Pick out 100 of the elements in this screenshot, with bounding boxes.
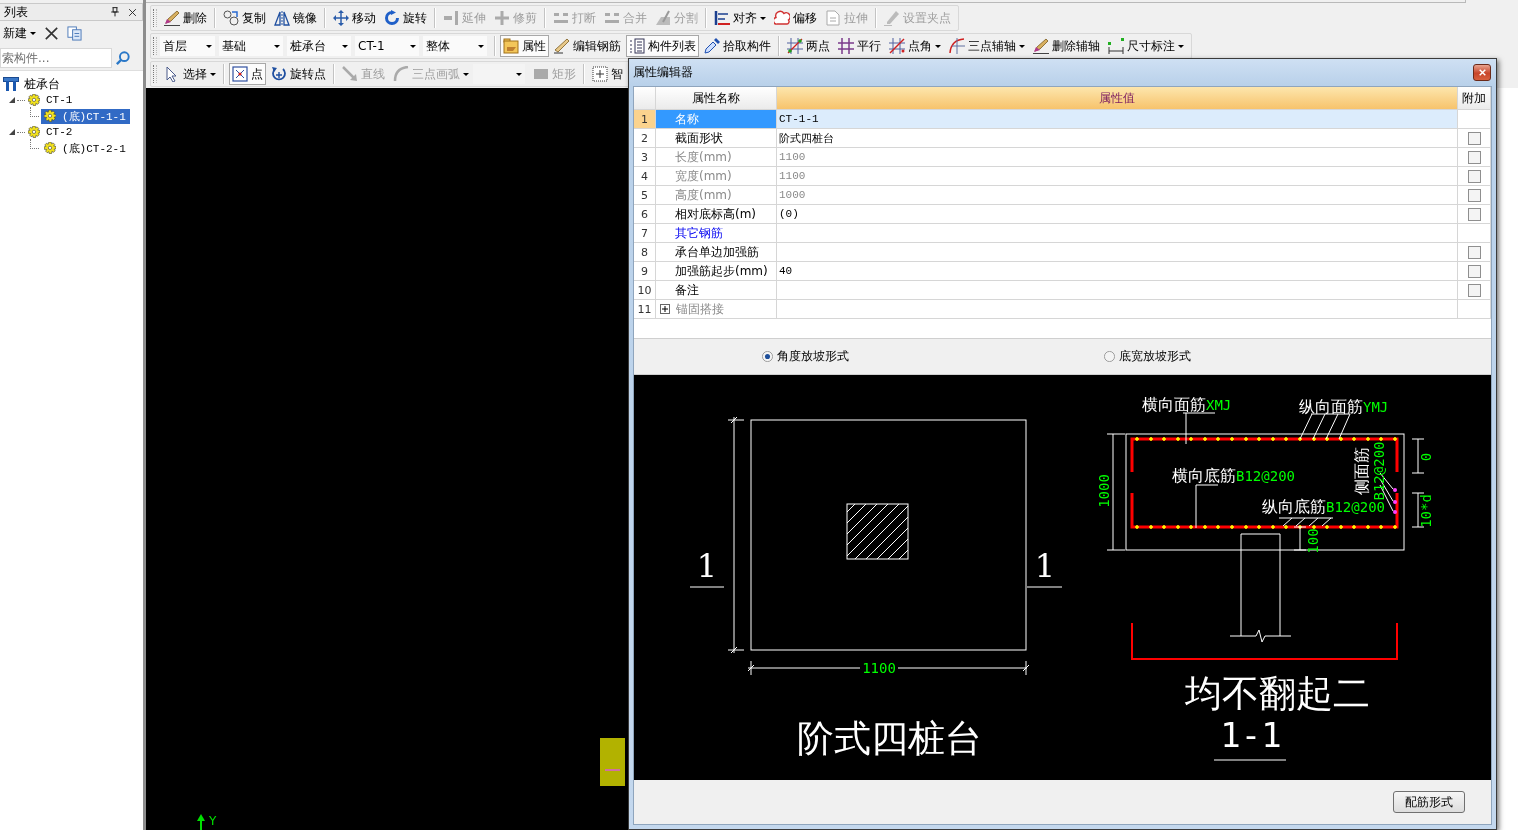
tree-item[interactable]: 桩承台	[3, 76, 64, 92]
row-number: 4	[634, 167, 656, 186]
row-number: 1	[634, 110, 656, 129]
mirror-button[interactable]: 镜像	[271, 7, 320, 29]
curve-icon	[949, 38, 965, 54]
row-number: 6	[634, 205, 656, 224]
radio-icon[interactable]	[762, 351, 773, 362]
copy-button[interactable]: 复制	[220, 7, 269, 29]
parallel-button[interactable]: 平行	[835, 35, 884, 57]
toolbar-grip[interactable]	[153, 37, 157, 55]
caret-icon	[516, 72, 522, 76]
two-point-button[interactable]: 两点	[784, 35, 833, 57]
rebar-label: 纵向面筋YMJ	[1299, 397, 1389, 416]
property-link[interactable]: 其它钢筋	[656, 224, 777, 243]
radio-button[interactable]: 角度放坡形式	[762, 348, 849, 365]
toolbar-grip[interactable]	[153, 65, 157, 83]
tree-item[interactable]: (底)CT-1-1	[41, 108, 130, 124]
section-label: 1	[1034, 547, 1056, 585]
property-value[interactable]: CT-1-1	[777, 110, 1458, 129]
rotate-point-button[interactable]: 旋转点	[268, 63, 329, 85]
properties-button[interactable]: 属性	[500, 35, 549, 57]
dimension-icon	[1108, 38, 1124, 54]
close-button[interactable]	[1473, 64, 1491, 81]
dimension-button[interactable]: 尺寸标注	[1105, 35, 1187, 57]
property-name: 备注	[656, 281, 777, 300]
toolbar-grip[interactable]	[153, 9, 157, 27]
move-button[interactable]: 移动	[330, 7, 379, 29]
section-title: 均不翻起二	[1184, 672, 1370, 715]
align-button[interactable]: 对齐	[711, 7, 769, 29]
component-list-button[interactable]: 构件列表	[626, 35, 699, 57]
checkbox[interactable]	[1467, 283, 1481, 297]
triangle-icon[interactable]	[9, 97, 15, 103]
checkbox[interactable]	[1467, 264, 1481, 278]
row-number: 3	[634, 148, 656, 167]
search-field[interactable]: 索构件...	[0, 48, 112, 68]
delete-axis-button[interactable]: 删除辅轴	[1030, 35, 1103, 57]
caret-icon	[274, 44, 280, 48]
component-dropdown[interactable]: CT-1	[355, 36, 419, 56]
dialog-button[interactable]: 配筋形式	[1393, 791, 1465, 813]
smart-button[interactable]: 智	[589, 63, 626, 85]
floor-dropdown[interactable]: 首层	[160, 36, 215, 56]
leader-line	[1278, 517, 1334, 527]
bars-icon	[604, 10, 620, 26]
gear-icon	[44, 142, 56, 154]
pin-icon[interactable]	[110, 6, 120, 18]
point-angle-button[interactable]: 点角	[886, 35, 944, 57]
property-value[interactable]: (0)	[777, 205, 1458, 224]
section-name: 1-1	[1220, 715, 1282, 755]
caret-icon	[410, 44, 416, 48]
cloud-icon	[774, 10, 790, 26]
bar-icon	[443, 10, 459, 26]
radio-icon[interactable]	[1104, 351, 1115, 362]
side-rebar-dot	[1393, 488, 1397, 492]
search-icon[interactable]	[116, 51, 130, 65]
point-button[interactable]: 点	[229, 63, 266, 85]
section-underline	[689, 586, 725, 588]
row-number: 11	[634, 300, 656, 319]
edit-rebar-button[interactable]: 编辑钢筋	[551, 35, 624, 57]
radio-button[interactable]: 底宽放坡形式	[1104, 348, 1191, 365]
rotate-button[interactable]: 旋转	[381, 7, 430, 29]
dimension-text: 1100	[862, 660, 896, 676]
cross-icon[interactable]	[45, 27, 58, 40]
axis-arrow	[197, 814, 205, 830]
header-cell	[634, 87, 656, 110]
brush-icon	[1033, 38, 1049, 54]
delete-button[interactable]: 删除	[161, 7, 210, 29]
gear-icon	[28, 94, 40, 106]
new-button[interactable]: 新建	[3, 25, 36, 42]
checkbox[interactable]	[1467, 131, 1481, 145]
tree-item[interactable]: CT-2	[25, 124, 77, 140]
checkbox[interactable]	[1467, 207, 1481, 221]
triangle-icon[interactable]	[9, 129, 15, 135]
tree-item[interactable]: CT-1	[25, 92, 77, 108]
row-number: 10	[634, 281, 656, 300]
side-rebar-dot	[1393, 500, 1397, 504]
panel-title: 列表	[4, 3, 28, 21]
scope-dropdown[interactable]: 整体	[423, 36, 487, 56]
offset-button[interactable]: 偏移	[771, 7, 820, 29]
dialog-title: 属性编辑器	[633, 64, 693, 81]
side-rebar-dot	[1393, 510, 1397, 514]
brush-icon	[164, 10, 180, 26]
select-button[interactable]: 选择	[161, 63, 219, 85]
caret-icon	[478, 44, 484, 48]
arc-icon	[393, 66, 409, 82]
type-dropdown[interactable]: 桩承台	[287, 36, 351, 56]
three-point-axis-button[interactable]: 三点辅轴	[946, 35, 1028, 57]
close-icon[interactable]	[128, 7, 137, 17]
gear-icon	[28, 126, 40, 138]
documents-icon[interactable]	[67, 26, 82, 41]
checkbox[interactable]	[1467, 245, 1481, 259]
pencil-icon	[554, 38, 570, 54]
tree-item[interactable]: (底)CT-2-1	[41, 140, 130, 156]
property-value[interactable]: 40	[777, 262, 1458, 281]
property-name: 相对底标高(m)	[656, 205, 777, 224]
rebar-label: 侧面筋	[1352, 447, 1371, 495]
property-value[interactable]: 阶式四桩台	[777, 129, 1458, 148]
pick-button[interactable]: 拾取构件	[701, 35, 774, 57]
category-dropdown[interactable]: 基础	[219, 36, 283, 56]
section-underline	[1026, 586, 1063, 588]
property-name: 高度(mm)	[656, 186, 777, 205]
